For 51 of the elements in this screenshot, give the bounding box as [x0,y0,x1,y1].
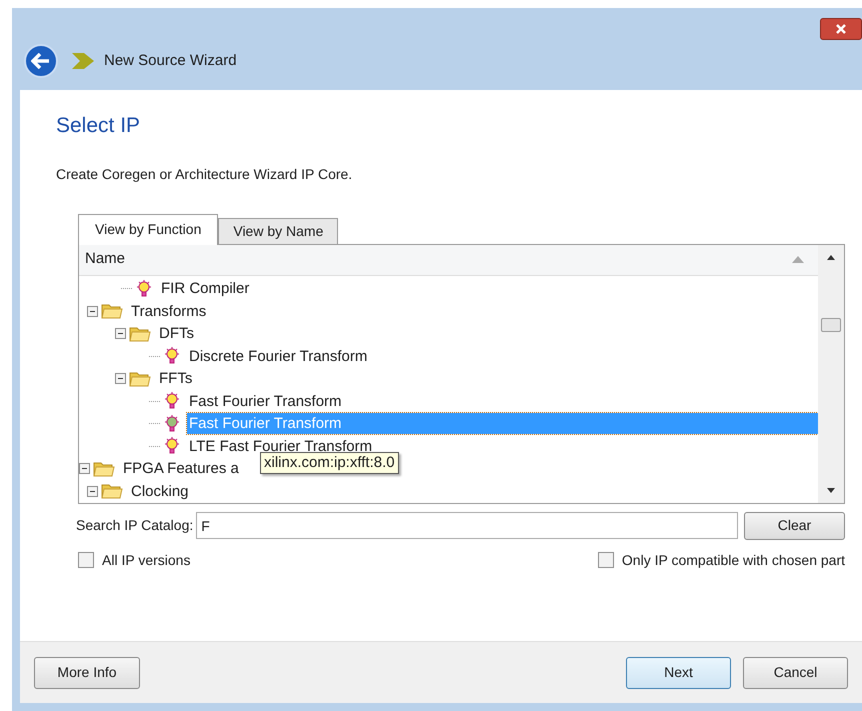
page-heading: Select IP [56,113,140,139]
checkbox[interactable] [78,552,94,568]
tree-item[interactable]: Transforms [129,300,208,322]
column-header[interactable]: Name [79,244,818,276]
tree-item[interactable]: FFTs [157,368,194,390]
window-title: New Source Wizard [104,50,237,71]
collapse-toggle[interactable] [87,486,98,497]
collapse-toggle[interactable] [87,306,98,317]
back-arrow-icon [31,53,51,69]
search-label: Search IP Catalog: [76,516,194,535]
checkbox-label: All IP versions [102,550,190,570]
lightbulb-icon [163,414,181,434]
next-button[interactable]: Next [626,656,731,688]
lightbulb-icon [163,346,181,366]
scrollbar[interactable] [818,244,844,502]
tab[interactable]: View by Function [78,214,218,244]
tree-item[interactable]: FIR Compiler [159,278,252,300]
tree-item[interactable]: FPGA Features a [121,458,241,480]
more-info-button[interactable]: More Info [34,656,140,688]
scroll-thumb[interactable] [821,318,841,332]
lightbulb-icon [163,391,181,412]
search-field[interactable]: F [196,512,738,539]
close-icon [835,24,847,34]
scroll-down-icon [827,488,835,492]
tooltip: xilinx.com:ip:xfft:8.0 [260,452,399,474]
folder-icon [129,324,151,343]
page-description: Create Coregen or Architecture Wizard IP Core. [56,164,352,184]
scroll-up-icon [827,254,835,260]
chevron-icon [72,53,94,69]
lightbulb-icon [135,278,153,299]
column-header-label: Name [85,249,126,270]
checkbox[interactable] [598,552,614,568]
tree-item[interactable]: DFTs [157,323,196,344]
collapse-toggle[interactable] [79,463,90,474]
tree-item[interactable]: Fast Fourier Transform [187,390,344,412]
folder-icon [101,302,123,320]
collapse-toggle[interactable] [115,373,126,384]
folder-icon [93,460,115,478]
lightbulb-icon [163,436,181,456]
tree-item[interactable]: Clocking [129,480,191,502]
tab[interactable]: View by Name [218,218,338,244]
checkbox-label: Only IP compatible with chosen part [622,550,845,570]
cancel-button[interactable]: Cancel [743,656,848,688]
close-button[interactable] [820,18,862,40]
tree-item[interactable]: Discrete Fourier Transform [187,346,370,367]
folder-icon [101,482,123,500]
sort-arrow-icon [792,256,804,263]
folder-icon [129,370,151,388]
clear-button[interactable]: Clear [744,512,845,540]
back-button[interactable] [24,44,58,78]
collapse-toggle[interactable] [115,328,126,340]
